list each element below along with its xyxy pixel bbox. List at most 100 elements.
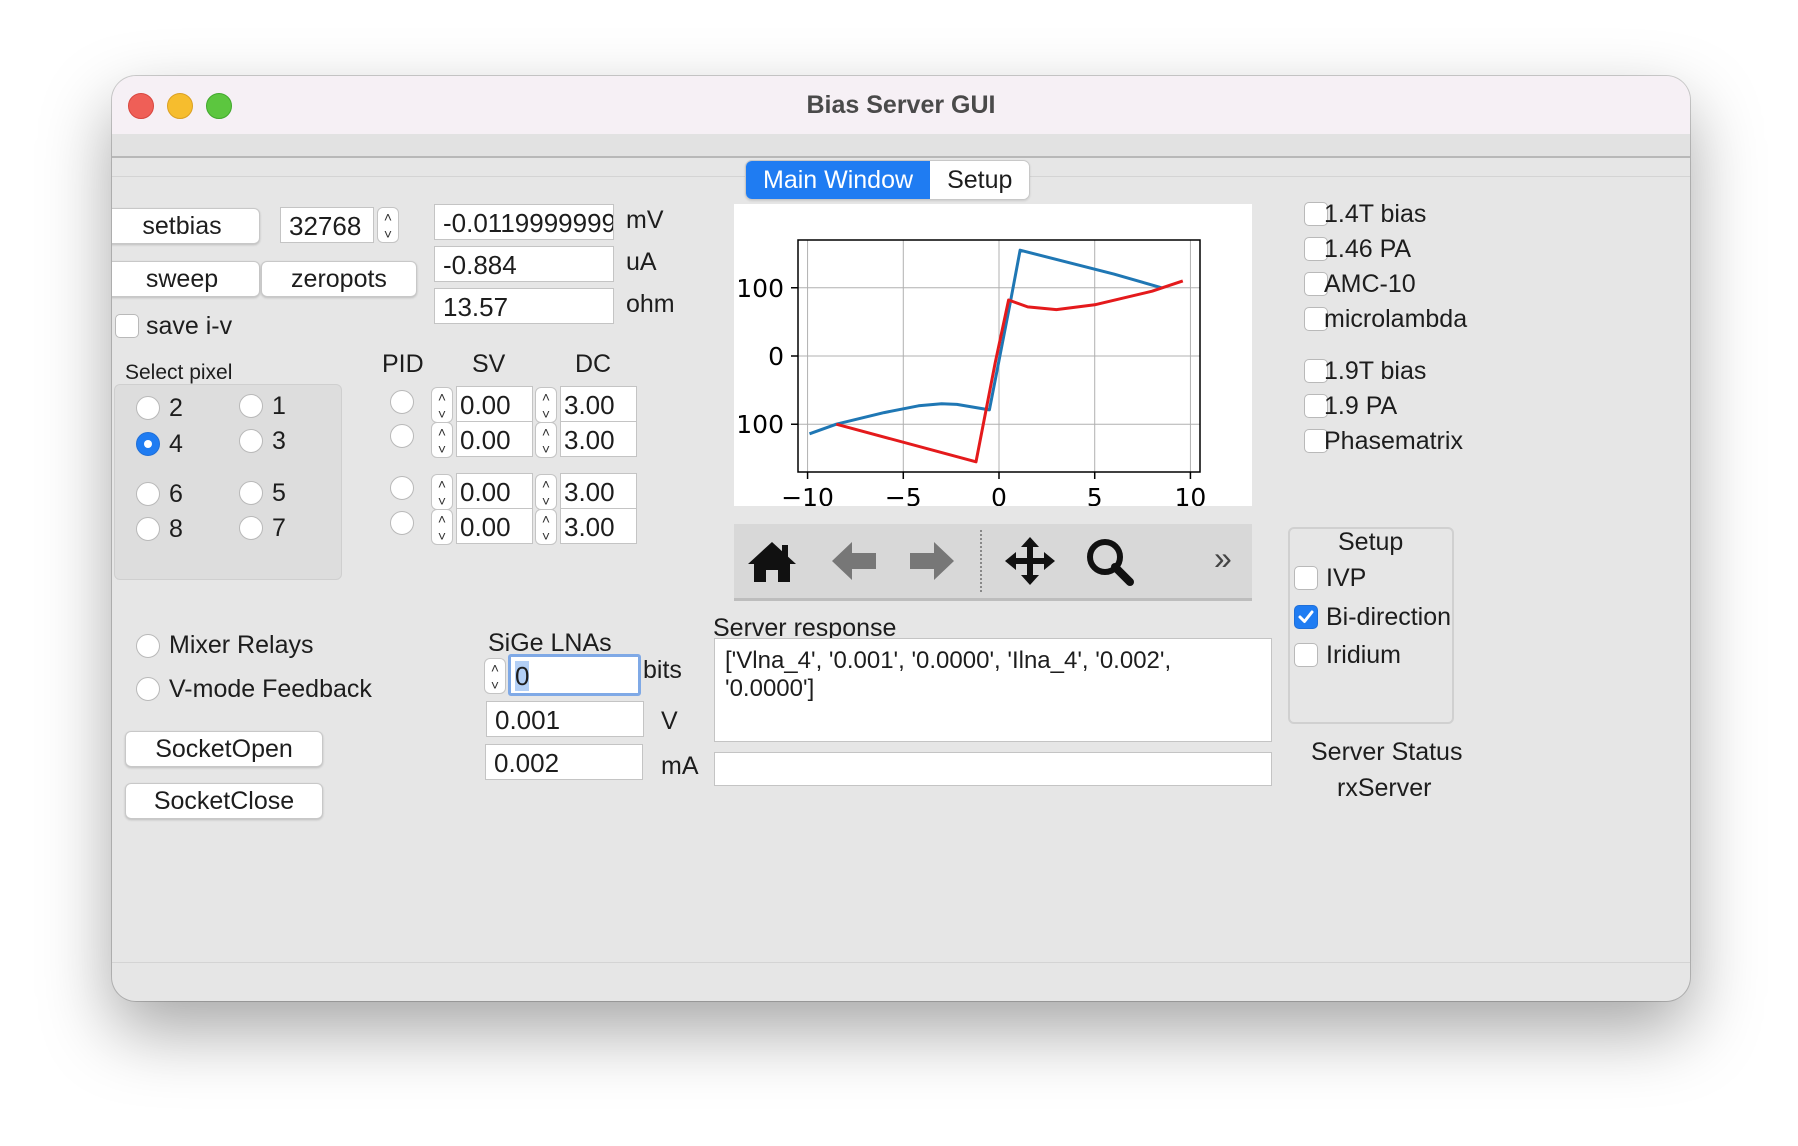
pid-radio-1[interactable]: [390, 390, 414, 414]
pixel-7-label: 7: [272, 514, 286, 542]
socket-close-button[interactable]: SocketClose: [125, 783, 323, 819]
x-tick-label-4: 10: [1175, 483, 1207, 506]
spin-down-icon[interactable]: ˅: [536, 440, 556, 457]
vmode-feedback-radio[interactable]: [136, 677, 160, 701]
tab-main-window[interactable]: Main Window: [746, 161, 931, 199]
dc-spinner-1[interactable]: ˄ ˅: [535, 387, 557, 423]
spin-up-icon[interactable]: ˄: [432, 475, 452, 492]
socket-open-button[interactable]: SocketOpen: [125, 731, 323, 767]
chart-background: [734, 204, 1252, 506]
command-input[interactable]: [714, 752, 1272, 786]
dc-field-2[interactable]: 3.00: [560, 421, 637, 457]
app-window: Bias Server GUI Main Window Setup setbia…: [112, 76, 1690, 1001]
window-title: Bias Server GUI: [806, 91, 996, 119]
sv-spinner-3[interactable]: ˄ ˅: [431, 474, 453, 510]
system-19-pa-label: 1.9 PA: [1324, 392, 1398, 420]
sv-spinner-4[interactable]: ˄ ˅: [431, 509, 453, 545]
iridium-checkbox[interactable]: [1294, 643, 1318, 667]
pixel-3-label: 3: [272, 427, 286, 455]
spin-up-icon[interactable]: ˄: [536, 388, 556, 405]
save-iv-checkbox[interactable]: [115, 314, 139, 338]
spin-up-icon[interactable]: ˄: [432, 388, 452, 405]
dc-field-3[interactable]: 3.00: [560, 473, 637, 509]
dc-spinner-3[interactable]: ˄ ˅: [535, 474, 557, 510]
toolbar-strip: [112, 134, 1690, 158]
spin-down-icon[interactable]: ˅: [432, 405, 452, 422]
mixer-relays-radio[interactable]: [136, 634, 160, 658]
pixel-6-radio[interactable]: [136, 482, 160, 506]
sweep-button[interactable]: sweep: [112, 261, 260, 297]
pid-radio-3[interactable]: [390, 476, 414, 500]
spin-down-icon[interactable]: ˅: [432, 440, 452, 457]
sv-field-2[interactable]: 0.00: [456, 421, 533, 457]
spin-down-icon[interactable]: ˅: [378, 225, 398, 242]
pixel-1-radio[interactable]: [239, 394, 263, 418]
dc-spinner-4[interactable]: ˄ ˅: [535, 509, 557, 545]
setbias-button[interactable]: setbias: [112, 208, 260, 244]
pot-value-spinner[interactable]: ˄ ˅: [377, 207, 399, 243]
lna-voltage-field[interactable]: 0.001: [486, 701, 644, 737]
pixel-5-radio[interactable]: [239, 481, 263, 505]
overflow-icon[interactable]: »: [1214, 540, 1232, 577]
back-arrow-icon[interactable]: [826, 536, 882, 586]
toolbar-separator: [980, 530, 982, 592]
lna-current-field[interactable]: 0.002: [485, 744, 643, 780]
dc-field-4[interactable]: 3.00: [560, 508, 637, 544]
pixel-2-radio[interactable]: [136, 396, 160, 420]
spin-up-icon[interactable]: ˄: [536, 510, 556, 527]
system-phasematrix-label: Phasematrix: [1324, 427, 1463, 455]
server-response-box: ['Vlna_4', '0.001', '0.0000', 'Ilna_4', …: [714, 638, 1272, 742]
sv-field-1[interactable]: 0.00: [456, 386, 533, 422]
dc-spinner-2[interactable]: ˄ ˅: [535, 422, 557, 458]
vmode-feedback-label: V-mode Feedback: [169, 675, 372, 703]
pot-value-field[interactable]: 32768: [280, 207, 374, 243]
spin-down-icon[interactable]: ˅: [432, 492, 452, 509]
x-tick-label-3: 5: [1087, 483, 1103, 506]
iridium-label: Iridium: [1326, 641, 1402, 669]
sv-field-3[interactable]: 0.00: [456, 473, 533, 509]
sv-spinner-2[interactable]: ˄ ˅: [431, 422, 453, 458]
bits-input[interactable]: 0: [508, 654, 641, 696]
current-unit: uA: [626, 248, 657, 276]
system-19t-bias-label: 1.9T bias: [1324, 357, 1427, 385]
pixel-3-radio[interactable]: [239, 429, 263, 453]
spin-down-icon[interactable]: ˅: [485, 676, 505, 693]
tab-setup[interactable]: Setup: [930, 161, 1030, 199]
spin-up-icon[interactable]: ˄: [536, 423, 556, 440]
pixel-7-radio[interactable]: [239, 516, 263, 540]
bits-spinner[interactable]: ˄ ˅: [484, 658, 506, 694]
server-response-line-1: ['Vlna_4', '0.001', '0.0000', 'Ilna_4', …: [725, 647, 1172, 674]
spin-up-icon[interactable]: ˄: [378, 208, 398, 225]
spin-up-icon[interactable]: ˄: [485, 659, 505, 676]
voltage-unit: mV: [626, 206, 664, 234]
pixel-4-radio[interactable]: [136, 432, 160, 456]
spin-down-icon[interactable]: ˅: [432, 527, 452, 544]
pan-icon[interactable]: [1002, 536, 1058, 586]
zoom-icon[interactable]: [1082, 536, 1138, 586]
resistance-unit: ohm: [626, 290, 675, 318]
spin-down-icon[interactable]: ˅: [536, 405, 556, 422]
pid-radio-2[interactable]: [390, 424, 414, 448]
ivp-checkbox[interactable]: [1294, 566, 1318, 590]
spin-up-icon[interactable]: ˄: [536, 475, 556, 492]
title-bar: Bias Server GUI: [112, 76, 1690, 135]
pixel-4-label: 4: [169, 430, 183, 458]
pid-radio-4[interactable]: [390, 511, 414, 535]
spin-up-icon[interactable]: ˄: [432, 510, 452, 527]
bits-unit: bits: [643, 656, 682, 684]
spin-down-icon[interactable]: ˅: [536, 492, 556, 509]
sv-spinner-1[interactable]: ˄ ˅: [431, 387, 453, 423]
bi-direction-checkbox[interactable]: [1294, 605, 1318, 629]
dc-field-1[interactable]: 3.00: [560, 386, 637, 422]
home-icon[interactable]: [744, 536, 800, 586]
mixer-relays-label: Mixer Relays: [169, 631, 314, 659]
spin-down-icon[interactable]: ˅: [536, 527, 556, 544]
zeropots-button[interactable]: zeropots: [261, 261, 417, 297]
bi-direction-label: Bi-direction: [1326, 603, 1452, 631]
pixel-8-radio[interactable]: [136, 517, 160, 541]
server-status-label: Server Status: [1311, 738, 1463, 766]
spin-up-icon[interactable]: ˄: [432, 423, 452, 440]
sv-field-4[interactable]: 0.00: [456, 508, 533, 544]
system-amc10-label: AMC-10: [1324, 270, 1416, 298]
forward-arrow-icon[interactable]: [904, 536, 960, 586]
